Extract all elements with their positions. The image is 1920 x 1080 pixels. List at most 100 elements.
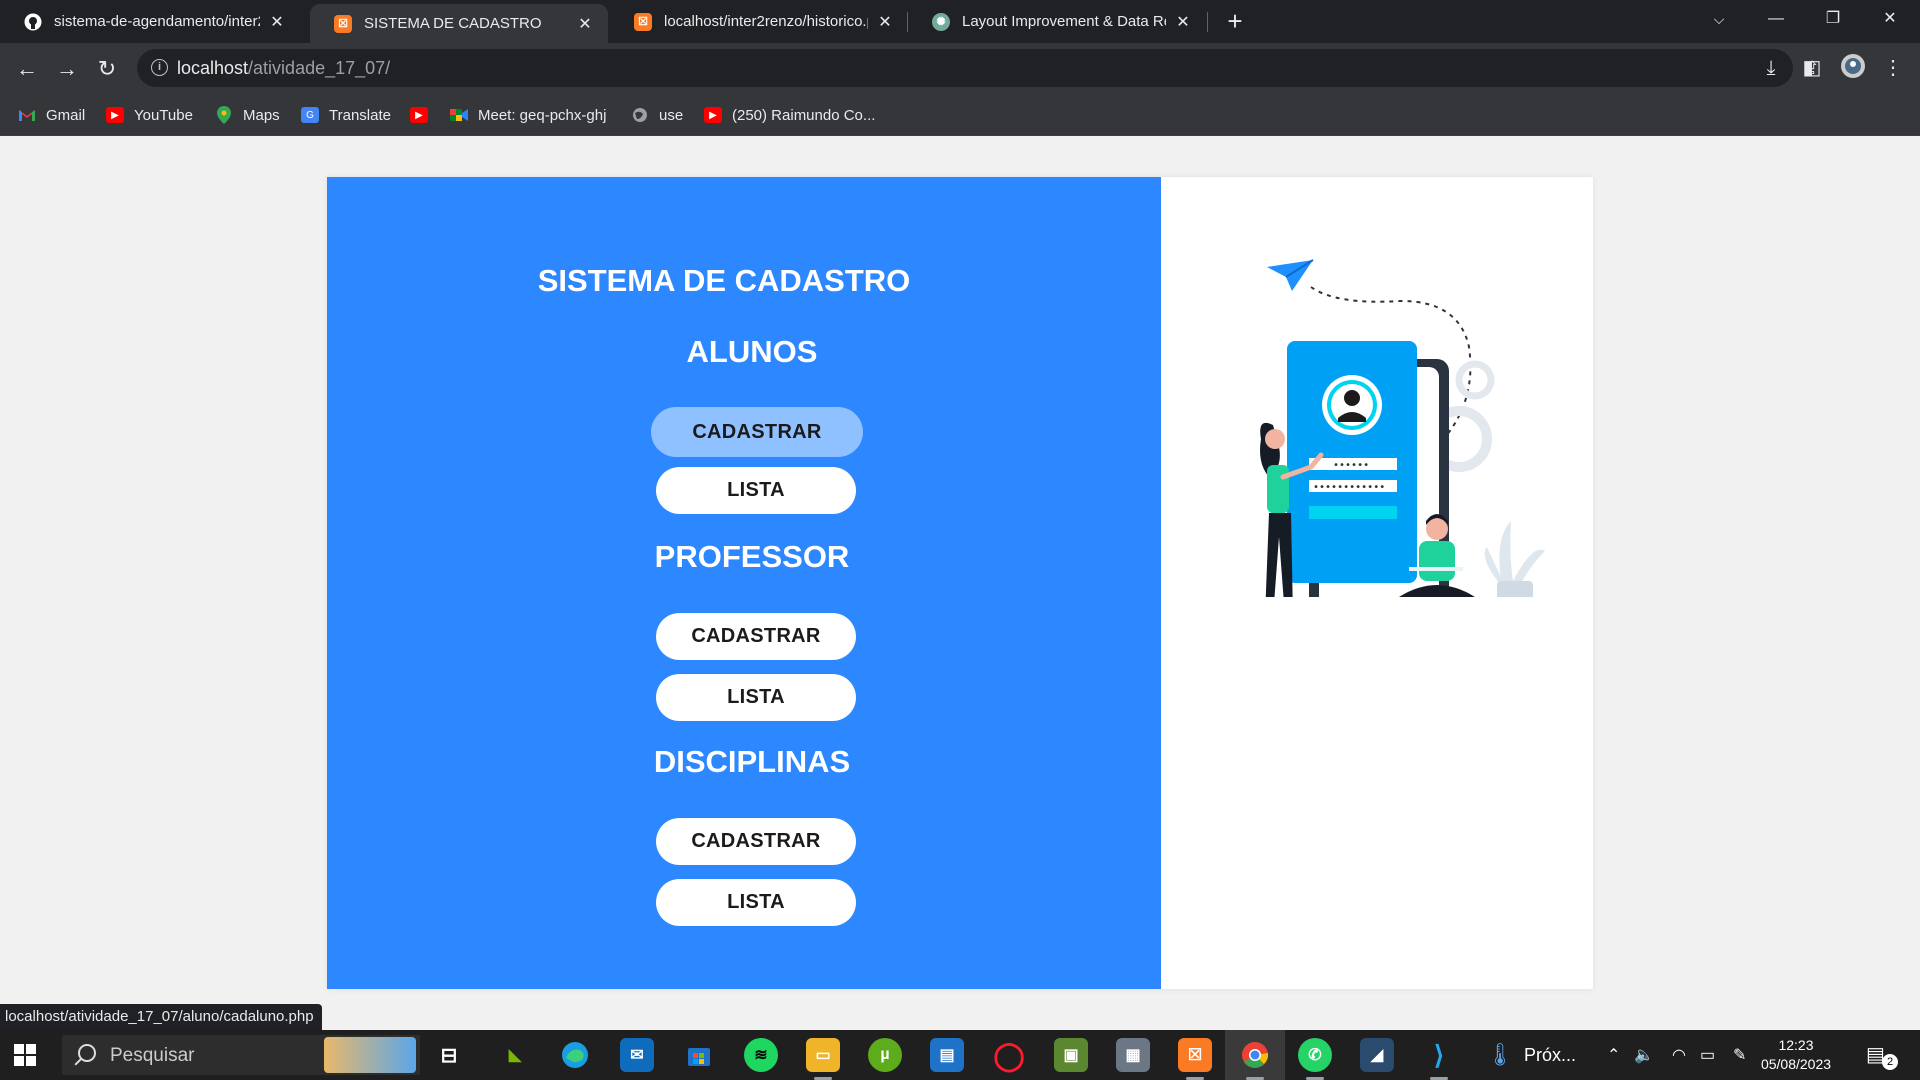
windows-start-icon[interactable] bbox=[14, 1044, 36, 1066]
alunos-cadastrar-button[interactable]: CADASTRAR bbox=[651, 407, 863, 457]
page-viewport: SISTEMA DE CADASTRO ALUNOS CADASTRAR LIS… bbox=[0, 136, 1920, 1028]
new-tab-button[interactable]: + bbox=[1220, 6, 1250, 36]
tab-title: sistema-de-agendamento/inter2 bbox=[54, 13, 260, 30]
store-icon[interactable] bbox=[682, 1038, 716, 1072]
youtube-icon: ▶ bbox=[106, 107, 124, 123]
mysql-workbench-icon[interactable]: ◢ bbox=[1360, 1038, 1394, 1072]
disciplinas-lista-button[interactable]: LISTA bbox=[656, 879, 856, 926]
section-title-professor: PROFESSOR bbox=[654, 539, 850, 574]
vscode-icon[interactable]: ⟩ bbox=[1422, 1038, 1456, 1080]
close-icon[interactable]: ✕ bbox=[1174, 12, 1192, 32]
maps-icon bbox=[215, 106, 233, 124]
download-icon[interactable]: ⤓ bbox=[1756, 53, 1786, 83]
tab-historico[interactable]: ☒ localhost/inter2renzo/historico.ph ✕ bbox=[610, 0, 908, 43]
mail-icon[interactable]: ✉ bbox=[620, 1038, 654, 1072]
status-url-bubble: localhost/atividade_17_07/aluno/cadaluno… bbox=[0, 1004, 322, 1030]
notifications-button[interactable]: ▤ 2 bbox=[1866, 1042, 1898, 1070]
alunos-lista-button[interactable]: LISTA bbox=[656, 467, 856, 514]
bookmark-youtube-2[interactable]: ▶ bbox=[410, 104, 438, 126]
close-icon[interactable]: ✕ bbox=[876, 12, 894, 32]
bookmark-use[interactable]: use bbox=[631, 104, 683, 126]
utorrent-icon[interactable]: µ bbox=[868, 1038, 902, 1072]
side-panel-icon[interactable]: ◧ bbox=[1797, 53, 1827, 83]
tab-strip: sistema-de-agendamento/inter2 ✕ ☒ SISTEM… bbox=[0, 0, 1920, 43]
reload-button[interactable]: ↻ bbox=[91, 53, 123, 85]
bookmark-meet[interactable]: Meet: geq-pchx-ghj bbox=[450, 104, 606, 126]
youtube-icon: ▶ bbox=[704, 107, 722, 123]
tab-sistema-cadastro[interactable]: ☒ SISTEMA DE CADASTRO ✕ bbox=[310, 4, 608, 43]
meet-icon bbox=[450, 107, 468, 123]
forward-button[interactable]: → bbox=[51, 53, 83, 85]
avatar[interactable] bbox=[1838, 53, 1868, 83]
whatsapp-icon[interactable]: ✆ bbox=[1298, 1038, 1332, 1080]
svg-text:••••••••••••: •••••••••••• bbox=[1313, 482, 1385, 493]
github-icon bbox=[24, 13, 42, 31]
clock-date: 05/08/2023 bbox=[1760, 1056, 1832, 1072]
illustration-panel: •••••• •••••••••••• bbox=[1161, 177, 1593, 989]
volume-icon[interactable]: 🔈 bbox=[1634, 1045, 1654, 1065]
gmail-icon bbox=[18, 107, 36, 123]
chevron-up-icon[interactable]: ⌃ bbox=[1607, 1045, 1620, 1065]
bookmark-label: YouTube bbox=[134, 106, 193, 124]
bookmark-maps[interactable]: Maps bbox=[215, 104, 280, 126]
bookmark-translate[interactable]: G Translate bbox=[301, 104, 391, 126]
main-card: SISTEMA DE CADASTRO ALUNOS CADASTRAR LIS… bbox=[327, 177, 1593, 989]
browser-toolbar: ← → ↻ i localhost/atividade_17_07/ ⇪ ☆ ⤓… bbox=[0, 43, 1920, 94]
task-view-icon[interactable]: ⊟ bbox=[432, 1038, 466, 1072]
minecraft-icon[interactable]: ▣ bbox=[1054, 1038, 1088, 1072]
bookmark-label: (250) Raimundo Co... bbox=[732, 106, 876, 124]
bookmark-gmail[interactable]: Gmail bbox=[18, 104, 85, 126]
file-explorer-icon[interactable]: ▭ bbox=[806, 1038, 840, 1080]
notification-count: 2 bbox=[1882, 1054, 1898, 1070]
pen-icon[interactable]: ✎ bbox=[1733, 1045, 1746, 1065]
section-title-alunos: ALUNOS bbox=[686, 334, 818, 369]
nvidia-icon[interactable]: ◣ bbox=[498, 1038, 532, 1072]
bookmark-raimundo[interactable]: ▶ (250) Raimundo Co... bbox=[704, 104, 875, 126]
menu-icon[interactable]: ⋮ bbox=[1878, 53, 1908, 83]
edge-icon[interactable] bbox=[558, 1038, 592, 1072]
bookmarks-bar: Gmail ▶ YouTube Maps G Translate ▶ Meet:… bbox=[0, 94, 1920, 136]
bookmark-label: use bbox=[659, 106, 684, 124]
menu-panel: SISTEMA DE CADASTRO ALUNOS CADASTRAR LIS… bbox=[327, 177, 1161, 989]
disciplinas-cadastrar-button[interactable]: CADASTRAR bbox=[656, 818, 856, 865]
spotify-icon[interactable]: ≋ bbox=[744, 1038, 778, 1072]
xampp-icon: ☒ bbox=[634, 12, 652, 31]
close-icon[interactable]: ✕ bbox=[576, 14, 594, 34]
taskbar: Pesquisar ⊟ ◣ ✉ ≋ ▭ µ ▤ ◯ ▣ ▦ ☒ ✆ ◢ ⟩ 🌡 … bbox=[0, 1030, 1920, 1080]
tab-layout-improvement[interactable]: ✺ Layout Improvement & Data Retr ✕ bbox=[908, 0, 1206, 43]
taskbar-search[interactable]: Pesquisar bbox=[62, 1035, 420, 1075]
bookmark-label: Maps bbox=[243, 106, 280, 124]
tab-separator bbox=[1207, 12, 1208, 32]
restore-button[interactable]: ❐ bbox=[1805, 0, 1861, 40]
control-panel-icon[interactable]: ▤ bbox=[930, 1038, 964, 1072]
close-window-button[interactable]: ✕ bbox=[1862, 0, 1918, 40]
professor-lista-button[interactable]: LISTA bbox=[656, 674, 856, 721]
youtube-icon: ▶ bbox=[410, 107, 428, 123]
info-icon[interactable]: i bbox=[151, 59, 168, 76]
chrome-icon[interactable] bbox=[1238, 1038, 1272, 1080]
svg-text:••••••: •••••• bbox=[1333, 460, 1369, 471]
tab-github[interactable]: sistema-de-agendamento/inter2 ✕ bbox=[0, 0, 300, 43]
weather-widget[interactable]: 🌡 Próx... bbox=[1486, 1040, 1576, 1070]
opera-icon[interactable]: ◯ bbox=[992, 1038, 1026, 1072]
clock[interactable]: 12:23 05/08/2023 bbox=[1756, 1036, 1836, 1074]
tab-title: localhost/inter2renzo/historico.ph bbox=[664, 13, 868, 30]
back-button[interactable]: ← bbox=[11, 53, 43, 85]
url-host: localhost bbox=[177, 58, 249, 78]
address-bar[interactable]: i localhost/atividade_17_07/ ⇪ ☆ bbox=[137, 49, 1861, 87]
xampp-icon: ☒ bbox=[334, 14, 352, 33]
battery-icon[interactable]: ▭ bbox=[1700, 1045, 1715, 1065]
weather-text: Próx... bbox=[1523, 1044, 1576, 1065]
search-icon bbox=[78, 1044, 96, 1062]
wifi-icon[interactable]: ◠ bbox=[1672, 1045, 1686, 1065]
close-icon[interactable]: ✕ bbox=[268, 12, 286, 32]
app-icon[interactable]: ▦ bbox=[1116, 1038, 1150, 1072]
professor-cadastrar-button[interactable]: CADASTRAR bbox=[656, 613, 856, 660]
page-title: SISTEMA DE CADASTRO bbox=[537, 263, 911, 298]
tab-search-chevron-icon[interactable]: ⌵ bbox=[1691, 0, 1747, 40]
bookmark-label: Translate bbox=[329, 106, 391, 124]
minimize-button[interactable]: — bbox=[1748, 0, 1804, 40]
bookmark-youtube[interactable]: ▶ YouTube bbox=[106, 104, 193, 126]
search-placeholder: Pesquisar bbox=[110, 1045, 195, 1066]
xampp-icon[interactable]: ☒ bbox=[1178, 1038, 1212, 1080]
